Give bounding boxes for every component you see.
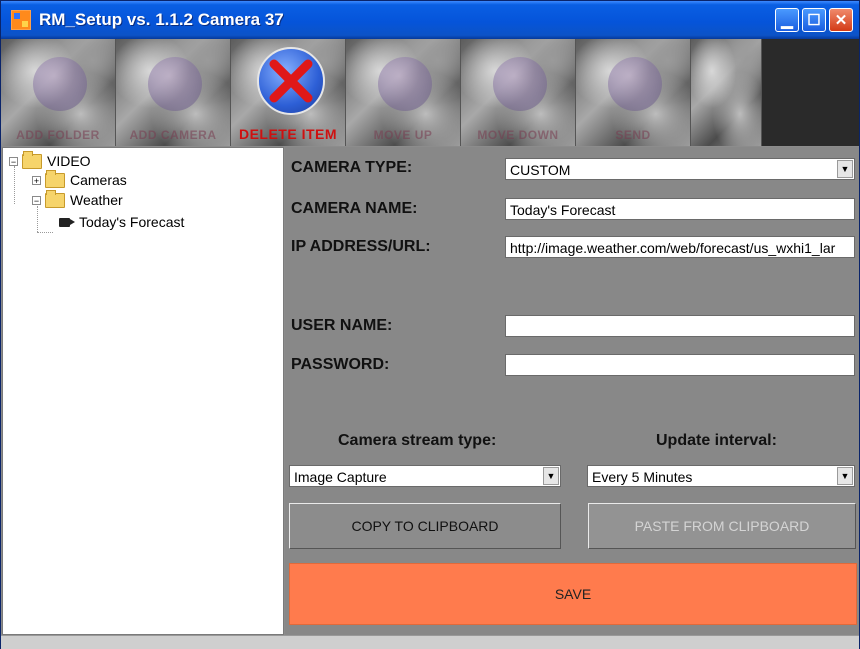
folder-icon — [45, 169, 65, 188]
send-icon — [608, 57, 662, 111]
expand-icon[interactable]: + — [32, 175, 41, 185]
save-button[interactable]: SAVE — [289, 563, 857, 625]
ip-address-label: IP ADDRESS/URL: — [291, 238, 431, 255]
tree-label-video: VIDEO — [47, 153, 91, 169]
move-down-label: MOVE DOWN — [477, 128, 559, 142]
update-interval-value: Every 5 Minutes — [592, 469, 693, 485]
user-name-input[interactable] — [505, 315, 855, 337]
add-folder-label: ADD FOLDER — [16, 128, 100, 142]
tree-label-cameras: Cameras — [70, 172, 127, 188]
collapse-icon[interactable]: − — [9, 156, 18, 166]
paste-from-clipboard-button[interactable]: PASTE FROM CLIPBOARD — [588, 503, 856, 549]
camera-icon — [55, 217, 75, 228]
chevron-down-icon[interactable]: ▼ — [837, 160, 853, 178]
ip-address-input[interactable]: http://image.weather.com/web/forecast/us… — [505, 236, 855, 258]
maximize-button[interactable]: ☐ — [802, 8, 826, 32]
folder-icon — [22, 150, 42, 169]
move-down-icon — [493, 57, 547, 111]
app-icon — [11, 10, 31, 30]
collapse-icon[interactable]: − — [32, 195, 41, 205]
app-window: RM_Setup vs. 1.1.2 Camera 37 ▁ ☐ ✕ ADD F… — [0, 0, 860, 649]
stream-type-label: Camera stream type: — [338, 432, 497, 449]
camera-type-value: CUSTOM — [510, 162, 571, 178]
close-button[interactable]: ✕ — [829, 8, 853, 32]
tree-label-forecast: Today's Forecast — [79, 214, 185, 230]
update-interval-label: Update interval: — [656, 432, 777, 449]
camera-name-input[interactable]: Today's Forecast — [505, 198, 855, 220]
tree-node-video[interactable]: − VIDEO — [9, 150, 91, 169]
move-up-button[interactable]: MOVE UP — [346, 39, 461, 146]
send-button[interactable]: SEND — [576, 39, 691, 146]
camera-tree[interactable]: − VIDEO + Cameras − Weather Today's Fore… — [2, 147, 284, 635]
move-up-label: MOVE UP — [373, 128, 433, 142]
send-label: SEND — [615, 128, 651, 142]
add-camera-icon — [148, 57, 202, 111]
add-camera-label: ADD CAMERA — [129, 128, 217, 142]
update-interval-select[interactable]: Every 5 Minutes ▼ — [587, 465, 855, 487]
title-bar[interactable]: RM_Setup vs. 1.1.2 Camera 37 ▁ ☐ ✕ — [1, 1, 859, 39]
add-folder-button[interactable]: ADD FOLDER — [1, 39, 116, 146]
delete-x-icon — [257, 47, 325, 115]
password-input[interactable] — [505, 354, 855, 376]
delete-item-label: DELETE ITEM — [238, 126, 338, 142]
tree-node-todays-forecast[interactable]: Today's Forecast — [55, 214, 184, 230]
minimize-button[interactable]: ▁ — [775, 8, 799, 32]
chevron-down-icon[interactable]: ▼ — [837, 467, 853, 485]
add-folder-icon — [33, 57, 87, 111]
toolbar: ADD FOLDER ADD CAMERA DELETE ITEM MOVE U… — [1, 39, 859, 146]
move-up-icon — [378, 57, 432, 111]
chevron-down-icon[interactable]: ▼ — [543, 467, 559, 485]
tree-label-weather: Weather — [70, 192, 123, 208]
move-down-button[interactable]: MOVE DOWN — [461, 39, 576, 146]
folder-icon — [45, 189, 65, 208]
stream-type-value: Image Capture — [294, 469, 387, 485]
tree-node-cameras[interactable]: + Cameras — [32, 169, 127, 188]
user-name-label: USER NAME: — [291, 317, 393, 334]
camera-type-label: CAMERA TYPE: — [291, 159, 413, 176]
add-camera-button[interactable]: ADD CAMERA — [116, 39, 231, 146]
copy-to-clipboard-button[interactable]: COPY TO CLIPBOARD — [289, 503, 561, 549]
stream-type-select[interactable]: Image Capture ▼ — [289, 465, 561, 487]
camera-form: CAMERA TYPE: CUSTOM ▼ CAMERA NAME: Today… — [285, 147, 859, 635]
camera-type-select[interactable]: CUSTOM ▼ — [505, 158, 855, 180]
window-title: RM_Setup vs. 1.1.2 Camera 37 — [39, 10, 284, 29]
status-bar — [1, 635, 859, 649]
password-label: PASSWORD: — [291, 356, 390, 373]
delete-item-button[interactable]: DELETE ITEM — [231, 39, 346, 146]
toolbar-overflow — [691, 39, 762, 146]
camera-name-label: CAMERA NAME: — [291, 200, 418, 217]
tree-node-weather[interactable]: − Weather — [32, 189, 123, 208]
